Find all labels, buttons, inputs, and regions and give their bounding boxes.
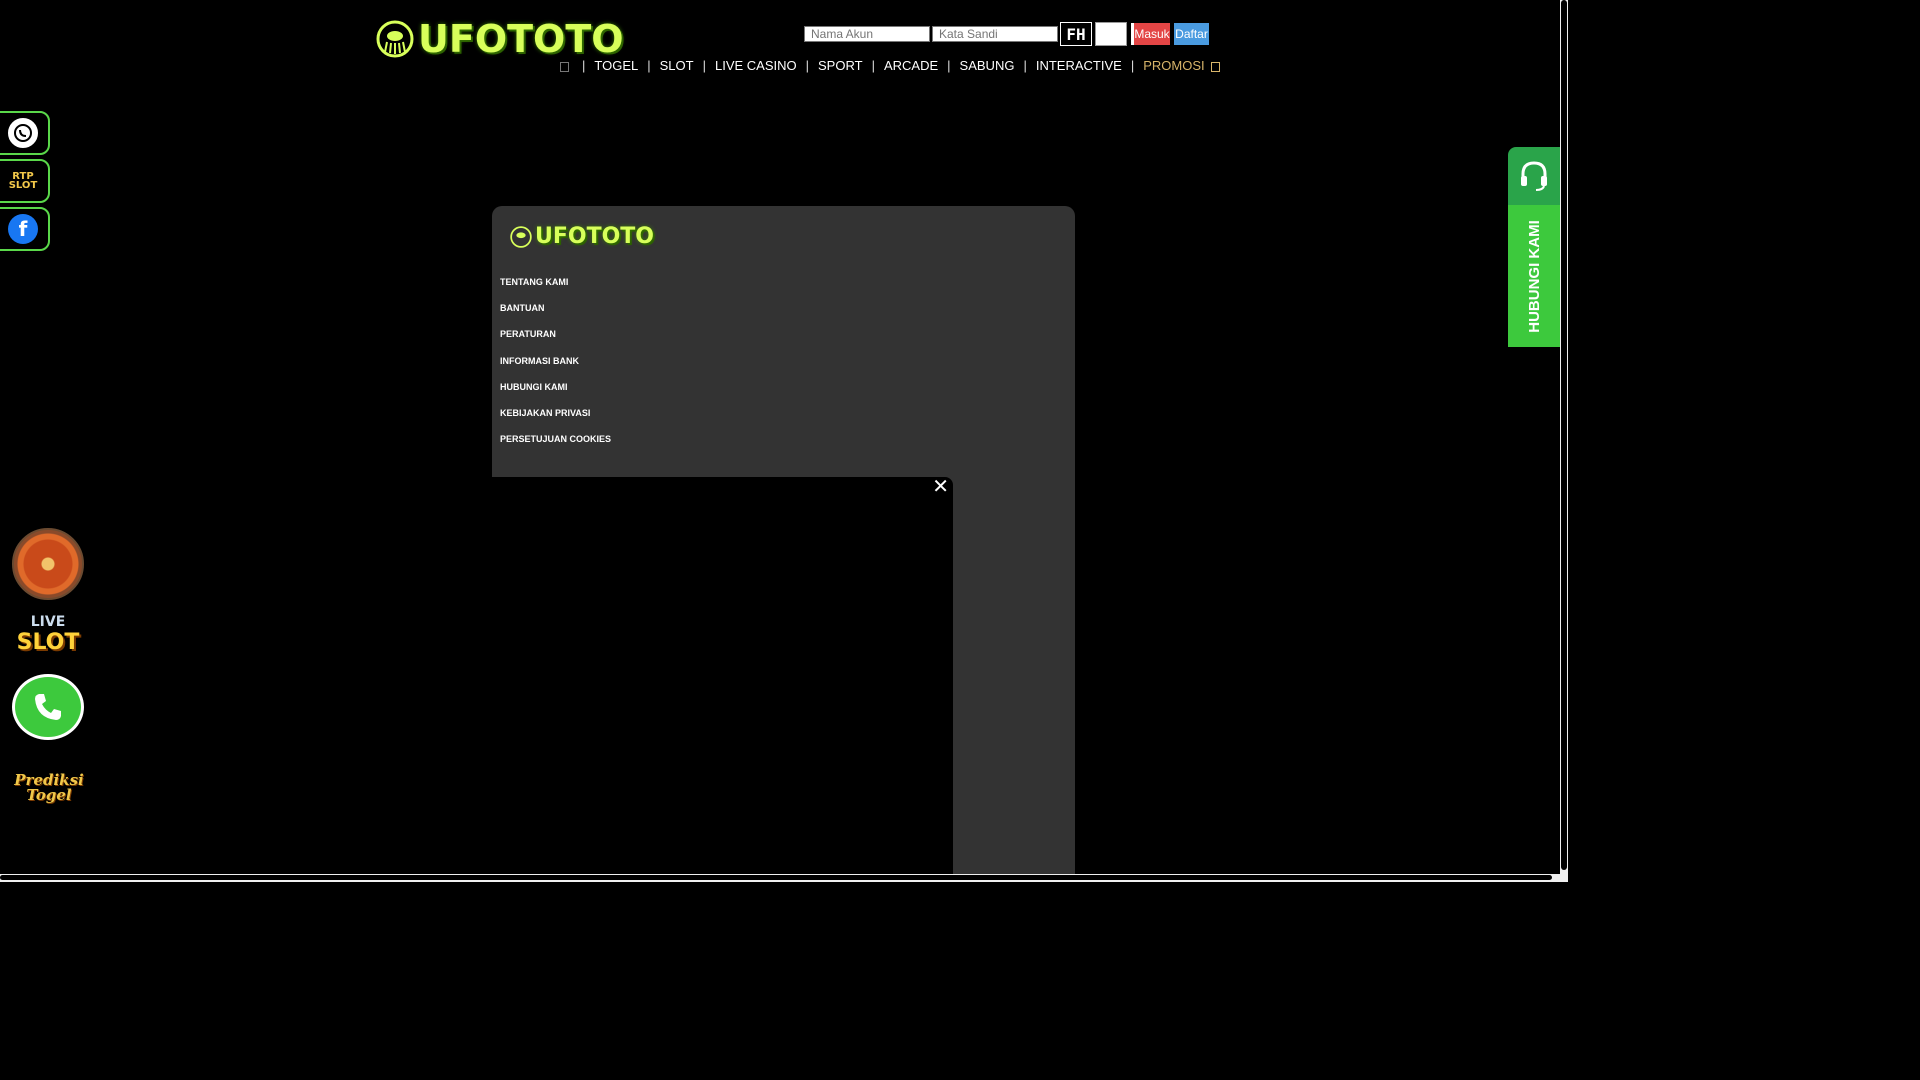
video-popup: ✕ [492,477,953,882]
brand-logo[interactable]: UFOTOTO [376,18,624,60]
nav-separator: | [702,58,706,73]
nav-sport[interactable]: SPORT [818,58,863,73]
nav-interactive[interactable]: INTERACTIVE [1036,58,1122,73]
username-input[interactable] [804,26,930,42]
facebook-icon: f [8,214,38,244]
captcha-input[interactable] [1095,22,1127,46]
contact-label: HUBUNGI KAMI [1525,219,1543,333]
nav-separator: | [947,58,951,73]
footer-link-bantuan[interactable]: BANTUAN [500,302,611,328]
lucky-wheel-icon[interactable] [12,528,84,600]
footer-link-hubungi-kami[interactable]: HUBUNGI KAMI [500,381,611,407]
gift-icon [1210,62,1220,72]
footer-link-tentang-kami[interactable]: TENTANG KAMI [500,276,611,302]
nav-separator: | [805,58,810,73]
nav-separator: | [1130,58,1135,73]
phone-call-button[interactable] [12,674,84,740]
nav-separator: | [871,58,875,73]
register-button[interactable]: Daftar [1174,23,1209,45]
live-slot-button[interactable]: LIVE SLOT [12,606,84,662]
headset-icon [1521,161,1547,191]
ufo-logo-icon [510,226,532,248]
nav-togel[interactable]: TOGEL [594,58,638,73]
brand-name: UFOTOTO [418,17,624,61]
nav-separator: | [582,58,586,73]
live-slot-line2: SLOT [16,629,80,655]
prediksi-label: Prediksi Togel [14,773,83,803]
rtp-slot-button[interactable]: RTP SLOT [0,159,50,203]
login-bar: FH Masuk Daftar [804,22,1209,46]
home-icon[interactable] [560,62,569,72]
login-button[interactable]: Masuk [1131,23,1170,45]
scrollbar-thumb[interactable] [0,875,1552,880]
nav-live-casino[interactable]: LIVE CASINO [715,58,797,73]
footer-link-informasi-bank[interactable]: INFORMASI BANK [500,355,611,381]
prediksi-line2: Togel [26,786,72,804]
nav-sabung[interactable]: SABUNG [960,58,1015,73]
whatsapp-icon [6,116,40,150]
contact-us-widget[interactable]: HUBUNGI KAMI [1508,147,1560,347]
ufo-logo-icon [376,20,414,58]
scrollbar-thumb[interactable] [1561,0,1567,870]
nav-slot[interactable]: SLOT [660,58,694,73]
footer-link-persetujuan-cookies[interactable]: PERSETUJUAN COOKIES [500,433,611,459]
live-slot-line1: LIVE [30,613,66,630]
nav-separator: | [647,58,651,73]
phone-icon [35,694,61,720]
nav-separator: | [1023,58,1027,73]
nav-promosi[interactable]: PROMOSI [1143,58,1204,73]
prediksi-togel-button[interactable]: Prediksi Togel [12,758,86,818]
facebook-button[interactable]: f [0,207,50,251]
footer-links: TENTANG KAMI BANTUAN PERATURAN INFORMASI… [500,276,611,459]
close-icon[interactable]: ✕ [932,477,949,497]
footer-link-peraturan[interactable]: PERATURAN [500,328,611,354]
footer-brand-name: UFOTOTO [535,224,655,249]
contact-header [1508,147,1560,205]
contact-body: HUBUNGI KAMI [1508,205,1560,347]
horizontal-scrollbar[interactable] [0,874,1560,882]
captcha-image: FH [1060,22,1092,46]
vertical-scrollbar[interactable] [1560,0,1568,882]
rtp-slot-icon: RTP SLOT [8,171,38,191]
footer-link-kebijakan-privasi[interactable]: KEBIJAKAN PRIVASI [500,407,611,433]
footer-logo[interactable]: UFOTOTO [510,226,654,248]
whatsapp-button[interactable] [0,111,50,155]
main-nav: | TOGEL | SLOT | LIVE CASINO | SPORT | A… [560,58,1224,73]
nav-arcade[interactable]: ARCADE [884,58,938,73]
password-input[interactable] [932,26,1058,42]
